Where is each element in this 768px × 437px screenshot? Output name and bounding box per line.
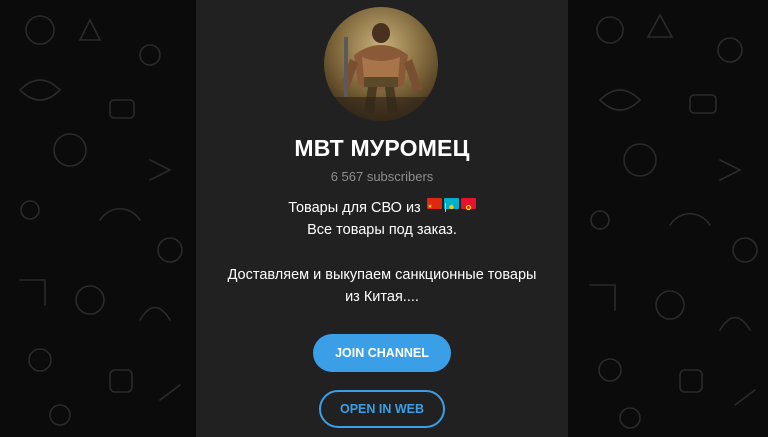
description-line-1: Товары для СВО из: [288, 200, 421, 216]
description-line-3: Доставляем и выкупаем санкционные товары: [227, 267, 537, 283]
description-line-2: Все товары под заказ.: [307, 222, 457, 238]
open-in-web-button[interactable]: OPEN IN WEB: [319, 390, 445, 428]
channel-preview-card: МВТ МУРОМЕЦ 6 567 subscribers Товары для…: [196, 0, 568, 437]
subscriber-count: 6 567 subscribers: [330, 169, 434, 184]
channel-title: МВТ МУРОМЕЦ: [294, 135, 470, 161]
join-channel-button[interactable]: JOIN CHANNEL: [313, 334, 451, 372]
channel-description: Товары для СВО из Все товары под заказ. …: [196, 197, 568, 308]
kazakhstan-flag-icon: [443, 198, 459, 212]
description-line-4: из Китая....: [345, 289, 419, 305]
channel-avatar: [324, 7, 438, 121]
china-flag-icon: [426, 198, 442, 209]
kyrgyzstan-flag-icon: [460, 198, 476, 211]
